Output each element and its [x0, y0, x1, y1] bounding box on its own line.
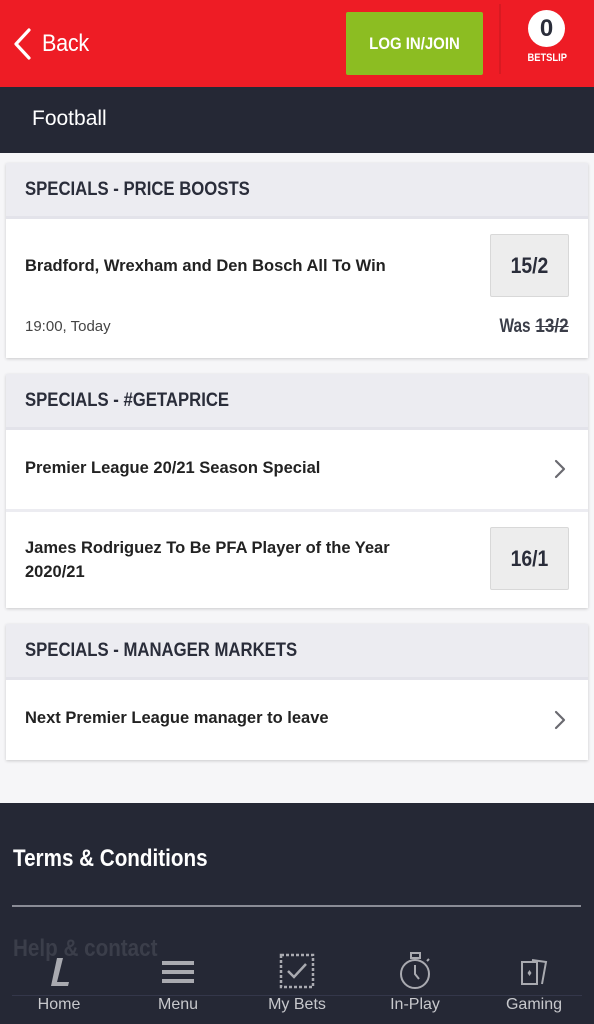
back-label: Back [42, 30, 89, 57]
was-odds: 13/2 [535, 316, 569, 337]
nav-menu[interactable]: Menu [128, 948, 228, 1024]
section-header: SPECIALS - #GETAPRICE [6, 374, 588, 430]
nav-label: Gaming [505, 996, 563, 1013]
section-manager-markets: SPECIALS - MANAGER MARKETS Next Premier … [6, 624, 588, 760]
market-name: Bradford, Wrexham and Den Bosch All To W… [25, 257, 386, 275]
login-join-button[interactable]: LOG IN/JOIN [346, 12, 483, 75]
market-row[interactable]: Premier League 20/21 Season Special [6, 430, 588, 512]
home-logo-icon [51, 958, 69, 986]
section-title: SPECIALS - MANAGER MARKETS [25, 639, 298, 661]
section-header: SPECIALS - PRICE BOOSTS [6, 163, 588, 219]
chevron-right-icon [554, 459, 566, 479]
nav-home[interactable]: Home [9, 948, 109, 1024]
market-name: James Rodriguez To Be PFA Player of the … [25, 536, 390, 584]
market-name: Next Premier League manager to leave [25, 709, 329, 727]
market-name-line1: James Rodriguez To Be PFA Player of the … [25, 539, 390, 557]
section-title: SPECIALS - PRICE BOOSTS [25, 178, 250, 200]
section-header: SPECIALS - MANAGER MARKETS [6, 624, 588, 680]
sport-header: Football [0, 87, 594, 153]
market-row[interactable]: James Rodriguez To Be PFA Player of the … [6, 512, 588, 608]
chevron-right-icon [554, 710, 566, 730]
my-bets-check-icon [279, 953, 315, 989]
market-row[interactable]: Next Premier League manager to leave [6, 680, 588, 760]
page-title: Football [32, 107, 107, 130]
nav-label: My Bets [268, 996, 326, 1013]
nav-label: In-Play [390, 996, 440, 1013]
odds-value: 16/1 [510, 545, 549, 571]
betslip-label-text: BETSLIP [527, 52, 567, 64]
market-name-line2: 2020/21 [25, 563, 85, 581]
chevron-left-icon [14, 28, 31, 60]
page: Back LOG IN/JOIN 0 BETSLIP Football SPEC… [0, 0, 594, 1024]
betslip-button[interactable]: 0 BETSLIP [510, 8, 584, 72]
nav-in-play[interactable]: In-Play [365, 948, 465, 1024]
market-name: Premier League 20/21 Season Special [25, 459, 321, 477]
odds-button[interactable]: 16/1 [490, 527, 569, 590]
bottom-nav: Home Menu My Bets In-Play Gaming [0, 948, 594, 1024]
login-join-label: LOG IN/JOIN [369, 33, 460, 53]
section-price-boosts: SPECIALS - PRICE BOOSTS Bradford, Wrexha… [6, 163, 588, 358]
nav-my-bets[interactable]: My Bets [247, 948, 347, 1024]
nav-label: Menu [157, 996, 199, 1013]
section-title: SPECIALS - #GETAPRICE [25, 389, 230, 411]
betslip-label: BETSLIP [510, 52, 584, 64]
terms-label: Terms & Conditions [13, 845, 208, 872]
odds-value: 15/2 [510, 252, 549, 278]
was-price: Was 13/2 [488, 316, 569, 338]
stopwatch-icon [400, 952, 430, 989]
cards-icon [521, 959, 548, 985]
nav-gaming[interactable]: Gaming [484, 948, 584, 1024]
footer-divider [12, 905, 581, 907]
nav-label: Home [37, 996, 81, 1013]
betslip-count-badge: 0 [528, 10, 565, 47]
hamburger-menu-icon [162, 961, 194, 983]
event-time: 19:00, Today [25, 318, 111, 335]
section-getaprice: SPECIALS - #GETAPRICE Premier League 20/… [6, 374, 588, 608]
header-divider [499, 4, 501, 74]
market-row[interactable]: Bradford, Wrexham and Den Bosch All To W… [6, 219, 588, 358]
back-button[interactable]: Back [12, 24, 94, 64]
was-label: Was [499, 316, 531, 337]
top-bar: Back LOG IN/JOIN 0 BETSLIP [0, 0, 594, 87]
odds-button[interactable]: 15/2 [490, 234, 569, 297]
terms-conditions-link[interactable]: Terms & Conditions [13, 845, 239, 873]
